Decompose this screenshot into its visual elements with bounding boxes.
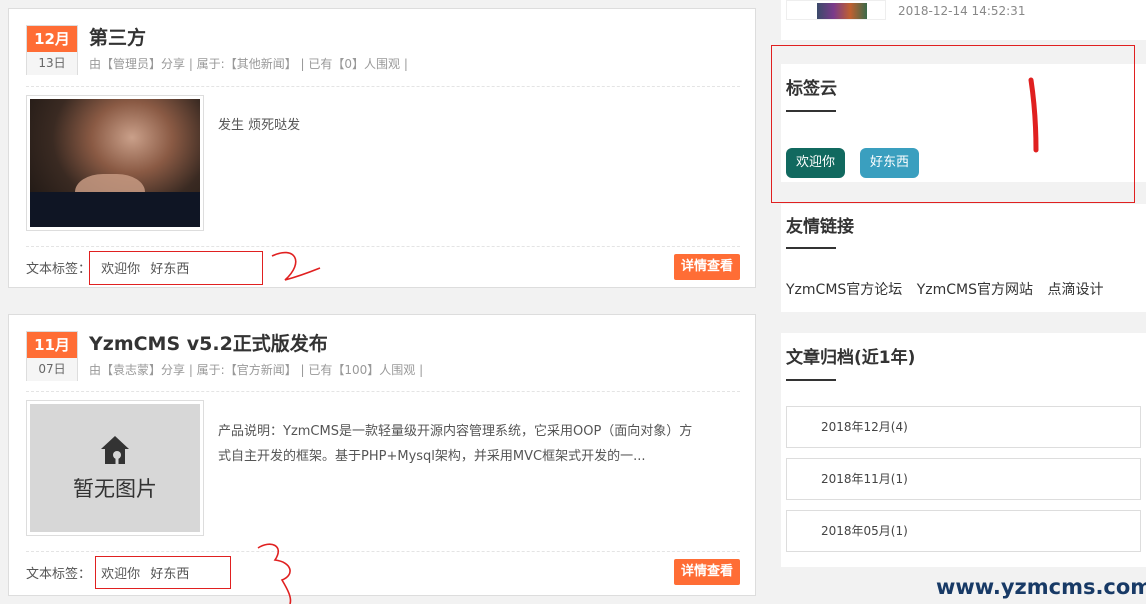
post-day: 07日 [27,358,77,381]
friend-link[interactable]: 点滴设计 [1047,282,1103,298]
archive-item[interactable]: 2018年11月(1) [786,458,1141,500]
post-date: 11月 07日 [26,331,78,381]
friend-links-title: 友情链接 [786,217,854,237]
post-title[interactable]: 第三方 [89,25,146,51]
archive-item[interactable]: 2018年12月(4) [786,406,1141,448]
title-underline [786,247,836,249]
post-title[interactable]: YzmCMS v5.2正式版发布 [89,331,328,357]
post-thumbnail[interactable]: 暂无图片 [26,400,204,536]
post-photo [30,99,200,227]
annotation-box [771,45,1135,203]
site-watermark: www.yzmcms.com [936,575,1146,599]
divider [26,86,740,87]
no-image-label: 暂无图片 [73,477,157,501]
archive-widget: 文章归档(近1年) 2018年12月(4) 2018年11月(1) 2018年0… [781,333,1146,567]
post-card: 12月 13日 第三方 由【管理员】分享 | 属于:【其他新闻】 | 已有【0】… [8,8,756,288]
post-date: 12月 13日 [26,25,78,75]
divider [26,246,740,247]
detail-button[interactable]: 详情查看 [674,559,740,585]
annotation-box [95,556,231,589]
excerpt-line: 式自主开发的框架。基于PHP+Mysql架构，并采用MVC框架式开发的一... [218,449,646,464]
detail-button[interactable]: 详情查看 [674,254,740,280]
tags-label: 文本标签： [26,567,92,582]
no-image-placeholder: 暂无图片 [30,404,200,532]
post-meta: 由【管理员】分享 | 属于:【其他新闻】 | 已有【0】人围观 | [89,57,408,71]
post-card: 11月 07日 YzmCMS v5.2正式版发布 由【袁志蒙】分享 | 属于:【… [8,314,756,596]
friend-link[interactable]: YzmCMS官方论坛 [786,282,902,298]
divider [26,551,740,552]
recent-post-time: 2018-12-14 14:52:31 [898,4,1026,18]
divider [26,391,740,392]
post-month: 11月 [27,332,77,358]
recent-post-widget: 2018-12-14 14:52:31 [781,0,1146,40]
tags-label: 文本标签： [26,262,92,277]
post-month: 12月 [27,26,77,52]
recent-post-thumbnail[interactable] [786,0,886,20]
annotation-box [89,251,263,285]
friend-links-list: YzmCMS官方论坛 YzmCMS官方网站 点滴设计 [786,279,1113,299]
friend-link[interactable]: YzmCMS官方网站 [917,282,1033,298]
friend-links-widget: 友情链接 YzmCMS官方论坛 YzmCMS官方网站 点滴设计 [781,204,1146,312]
archive-item[interactable]: 2018年05月(1) [786,510,1141,552]
home-icon [101,436,129,464]
title-underline [786,379,836,381]
archive-title: 文章归档(近1年) [786,348,916,368]
excerpt-line: 产品说明：YzmCMS是一款轻量级开源内容管理系统，它采用OOP（面向对象）方 [218,424,693,439]
post-day: 13日 [27,52,77,75]
post-excerpt: 发生 烦死哒发 [218,118,301,133]
post-thumbnail[interactable] [26,95,204,231]
post-excerpt: 产品说明：YzmCMS是一款轻量级开源内容管理系统，它采用OOP（面向对象）方 … [218,419,692,469]
post-meta: 由【袁志蒙】分享 | 属于:【官方新闻】 | 已有【100】人围观 | [89,363,424,377]
